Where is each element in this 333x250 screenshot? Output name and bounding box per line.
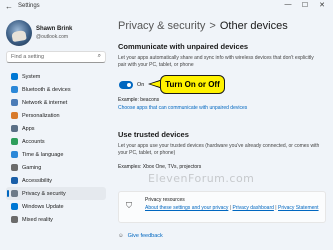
privacy-icon — [11, 190, 18, 197]
sidebar-nav: System Bluetooth & devices Network & int… — [6, 70, 106, 226]
sidebar-item-windows-update[interactable]: Windows Update — [6, 200, 106, 213]
sidebar: Shawn Brink @outlook.com Find a setting … — [0, 14, 110, 250]
search-input[interactable]: Find a setting ⌕ — [6, 51, 106, 63]
user-profile[interactable]: Shawn Brink @outlook.com — [6, 20, 106, 54]
profile-email: @outlook.com — [36, 34, 69, 40]
sidebar-item-label: Accessibility — [22, 177, 52, 184]
sidebar-item-gaming[interactable]: Gaming — [6, 161, 106, 174]
link-separator: | — [229, 205, 232, 211]
network-icon — [11, 99, 18, 106]
toggle-state-label: On — [137, 82, 145, 88]
close-button[interactable]: ✕ — [316, 1, 328, 9]
time-icon — [11, 151, 18, 158]
gaming-icon — [11, 164, 18, 171]
sidebar-item-label: Time & language — [22, 151, 64, 158]
system-icon — [11, 73, 18, 80]
sidebar-item-mixed-reality[interactable]: Mixed reality — [6, 213, 106, 226]
sidebar-item-privacy-security[interactable]: Privacy & security — [6, 187, 106, 200]
annotation-callout: Turn On or Off — [160, 75, 225, 94]
watermark: ElevenForum.com — [148, 172, 255, 185]
personalization-icon — [11, 112, 18, 119]
breadcrumb: Privacy & security > Other devices — [118, 20, 288, 32]
sidebar-item-bluetooth[interactable]: Bluetooth & devices — [6, 83, 106, 96]
about-privacy-link[interactable]: About these settings and your privacy — [145, 205, 228, 211]
window-title: Settings — [18, 3, 40, 9]
profile-name: Shawn Brink — [36, 26, 73, 32]
sidebar-item-label: Personalization — [22, 112, 60, 119]
back-arrow-icon[interactable]: ← — [5, 2, 13, 11]
sidebar-item-label: System — [22, 73, 41, 80]
maximize-button[interactable]: ☐ — [299, 1, 311, 9]
choose-apps-link[interactable]: Choose apps that can communicate with un… — [118, 105, 247, 111]
unpaired-section-description: Let your apps automatically share and sy… — [118, 55, 314, 68]
main-content: Privacy & security > Other devices Communi… — [112, 14, 333, 250]
sidebar-item-system[interactable]: System — [6, 70, 106, 83]
breadcrumb-parent[interactable]: Privacy & security — [118, 20, 205, 32]
privacy-resources-card: ⛉ Privacy resources About these settings… — [118, 191, 326, 223]
search-icon: ⌕ — [97, 53, 101, 59]
trusted-example: Examples: Xbox One, TVs, projectors — [118, 164, 202, 170]
trusted-section-description: Let your apps use your trusted devices (… — [118, 143, 320, 156]
sidebar-item-accessibility[interactable]: Accessibility — [6, 174, 106, 187]
sidebar-item-label: Accounts — [22, 138, 45, 145]
unpaired-devices-toggle[interactable] — [119, 81, 133, 89]
sidebar-item-time-language[interactable]: Time & language — [6, 148, 106, 161]
feedback-icon: ☺ — [118, 233, 124, 239]
sidebar-item-personalization[interactable]: Personalization — [6, 109, 106, 122]
link-separator: | — [275, 205, 277, 211]
shield-icon: ⛉ — [126, 201, 132, 210]
sidebar-item-apps[interactable]: Apps — [6, 122, 106, 135]
search-placeholder: Find a setting — [11, 54, 45, 60]
sidebar-item-label: Windows Update — [22, 203, 64, 210]
privacy-resources-title: Privacy resources — [145, 197, 185, 203]
sidebar-item-label: Bluetooth & devices — [22, 86, 71, 93]
privacy-statement-link[interactable]: Privacy Statement — [278, 205, 319, 211]
give-feedback-link[interactable]: ☺ Give feedback — [118, 233, 163, 239]
privacy-dashboard-link[interactable]: Privacy dashboard — [232, 205, 273, 211]
update-icon — [11, 203, 18, 210]
sidebar-item-network[interactable]: Network & internet — [6, 96, 106, 109]
page-title: Other devices — [219, 20, 288, 32]
trusted-section-title: Use trusted devices — [118, 130, 189, 139]
settings-window: ← Settings — ☐ ✕ Shawn Brink @outlook.co… — [0, 0, 333, 250]
sidebar-item-label: Apps — [22, 125, 35, 132]
breadcrumb-separator: > — [209, 20, 216, 32]
accessibility-icon — [11, 177, 18, 184]
privacy-resources-links: About these settings and your privacy | … — [145, 205, 319, 211]
avatar — [6, 20, 32, 46]
unpaired-example: Example: beacons — [118, 97, 160, 103]
callout-arrow-fill — [150, 81, 160, 87]
sidebar-item-label: Privacy & security — [22, 190, 66, 197]
sidebar-item-label: Gaming — [22, 164, 42, 171]
minimize-button[interactable]: — — [282, 1, 294, 8]
title-bar: ← Settings — ☐ ✕ — [0, 0, 333, 14]
sidebar-item-label: Network & internet — [22, 99, 68, 106]
apps-icon — [11, 125, 18, 132]
bluetooth-icon — [11, 86, 18, 93]
unpaired-section-title: Communicate with unpaired devices — [118, 42, 249, 51]
mixed-reality-icon — [11, 216, 18, 223]
accounts-icon — [11, 138, 18, 145]
sidebar-item-label: Mixed reality — [22, 216, 53, 223]
sidebar-item-accounts[interactable]: Accounts — [6, 135, 106, 148]
give-feedback-label: Give feedback — [127, 233, 163, 239]
